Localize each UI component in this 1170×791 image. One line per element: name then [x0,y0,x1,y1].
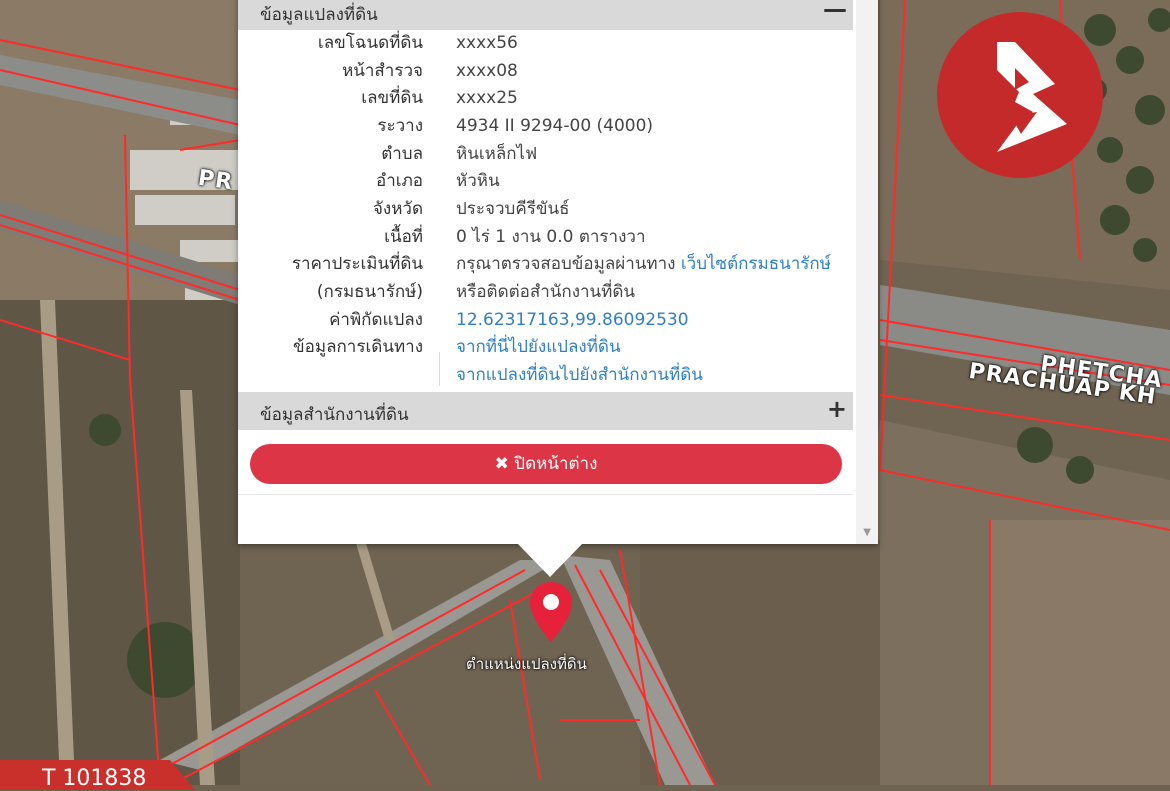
scrollbar[interactable]: ▼ [856,0,878,544]
close-button-label: ปิดหน้าต่าง [514,454,598,474]
coordinates-link[interactable]: 12.62317163,99.86092530 [456,309,689,331]
map-marker-icon[interactable] [528,580,574,644]
row-label: (กรมธนารักษ์) [316,282,423,302]
row-label: จังหวัด [372,199,423,219]
divider [238,494,853,495]
row-label: ค่าพิกัดแปลง [329,310,423,330]
close-window-button[interactable]: ✖ ปิดหน้าต่าง [250,444,842,484]
section-land-office-header[interactable]: ข้อมูลสำนักงานที่ดิน + [238,392,853,430]
row-value: xxxx08 [456,61,518,81]
row-label: ระวาง [377,116,423,136]
row-label: เลขโฉนดที่ดิน [317,33,423,53]
row-value: หัวหิน [456,171,500,191]
row-value: xxxx25 [456,88,518,108]
plus-icon[interactable]: + [827,395,847,423]
close-icon: ✖ [494,454,509,474]
directions-to-office-link[interactable]: จากแปลงที่ดินไปยังสำนักงานที่ดิน [456,364,703,386]
row-value: 0 ไร่ 1 งาน 0.0 ตารางวา [456,227,646,247]
popup-pointer [517,543,583,577]
row-label: ตำบล [381,144,423,164]
row-label: เลขที่ดิน [361,88,423,108]
row-value: xxxx56 [456,33,518,53]
field-area [990,520,1170,785]
price-text: กรุณาตรวจสอบข้อมูลผ่านทาง [456,254,676,274]
row-value: หินเหล็กไฟ [456,144,538,164]
row-value: ประจวบคีรีขันธ์ [456,199,570,219]
price-text: หรือติดต่อสำนักงานที่ดิน [456,282,636,302]
section-title: ข้อมูลสำนักงานที่ดิน [260,405,409,425]
brand-logo [937,12,1103,178]
row-label: หน้าสำรวจ [342,61,423,81]
road-label: PR [196,165,235,196]
land-info-popup: ข้อมูลแปลงที่ดิน — เลขโฉนดที่ดิน xxxx56 … [238,0,878,544]
property-id: T 101838 [42,766,147,791]
treasury-website-link[interactable]: เว็บไซต์กรมธนารักษ์ [681,254,831,274]
land-info-table: เลขโฉนดที่ดิน xxxx56 หน้าสำรวจ xxxx08 เล… [238,26,853,386]
scroll-down-icon[interactable]: ▼ [863,527,871,538]
row-label: ข้อมูลการเดินทาง [293,337,423,357]
pin-label: ตำแหน่งแปลงที่ดิน [466,655,587,673]
row-label: อำเภอ [376,171,423,191]
directions-to-parcel-link[interactable]: จากที่นี่ไปยังแปลงที่ดิน [456,336,621,358]
row-label: ราคาประเมินที่ดิน [291,254,423,274]
section-title: ข้อมูลแปลงที่ดิน [260,5,378,25]
minus-icon[interactable]: — [823,0,847,23]
divider [439,352,440,386]
row-label: เนื้อที่ [384,227,423,247]
row-value: 4934 II 9294-00 (4000) [456,116,654,136]
brand-logo-icon [997,42,1067,152]
